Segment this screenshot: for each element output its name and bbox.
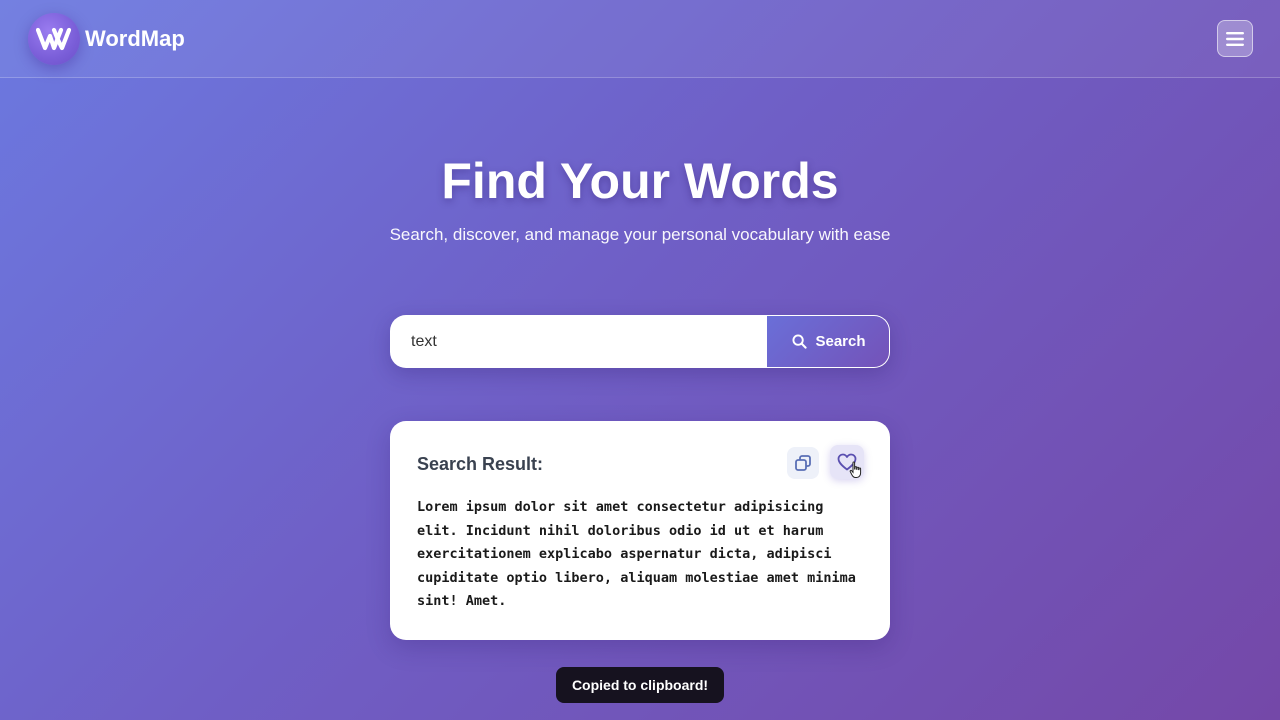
toast-notification: Copied to clipboard! xyxy=(556,667,724,703)
brand[interactable]: WordMap xyxy=(28,13,185,65)
result-title: Search Result: xyxy=(417,454,544,474)
copy-icon xyxy=(795,455,811,471)
search-button[interactable]: Search xyxy=(767,316,889,367)
result-text: Lorem ipsum dolor sit amet consectetur a… xyxy=(417,499,856,609)
search-icon xyxy=(792,334,808,349)
hand-cursor-icon xyxy=(849,461,862,478)
hero-title: Find Your Words xyxy=(441,153,839,209)
search-button-label: Search xyxy=(815,333,866,350)
brand-name: WordMap xyxy=(85,26,185,51)
navbar: WordMap xyxy=(0,0,1280,78)
copy-button[interactable] xyxy=(787,447,819,479)
hero-subtitle: Search, discover, and manage your person… xyxy=(389,225,891,244)
search-bar: Search xyxy=(390,315,890,368)
w-logo-icon xyxy=(28,13,80,65)
result-card: Search Result: Lorem ipsum dolor sit ame… xyxy=(390,421,890,640)
search-input[interactable] xyxy=(391,316,767,367)
hamburger-menu-icon xyxy=(1226,31,1244,46)
menu-button[interactable] xyxy=(1217,20,1253,57)
